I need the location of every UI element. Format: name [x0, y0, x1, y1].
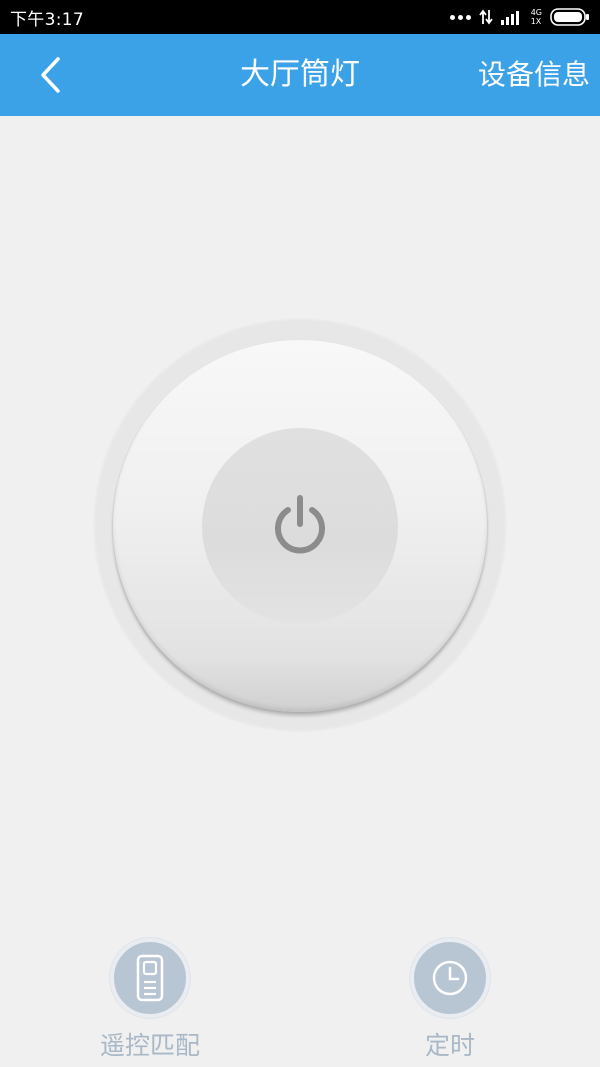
network-type-label: 4G 1X [530, 8, 542, 26]
timer-circle [410, 938, 490, 1018]
power-button-center [202, 428, 398, 624]
chevron-left-icon [41, 57, 60, 93]
status-bar: 下午3:17 4G 1X [0, 0, 600, 34]
status-icons: 4G 1X [449, 8, 590, 26]
timer-label: 定时 [424, 1031, 475, 1060]
data-transfer-icon [478, 9, 493, 25]
header-bar: 大厅筒灯 设备信息 [0, 34, 600, 116]
battery-icon [550, 8, 589, 26]
more-dots-icon [449, 14, 471, 20]
remote-match-circle [110, 938, 190, 1018]
signal-icon [500, 11, 519, 25]
power-icon [275, 495, 325, 554]
remote-control-icon [136, 954, 164, 1002]
remote-match-button[interactable]: 遥控匹配 [90, 938, 210, 1062]
page-title: 大厅筒灯 [240, 57, 360, 92]
screen: 下午3:17 4G 1X 大厅筒灯 设备信息 遥控匹配 定时 [0, 0, 600, 1067]
remote-match-label: 遥控匹配 [99, 1031, 200, 1060]
power-button[interactable] [113, 340, 487, 712]
clock-icon [432, 960, 468, 996]
status-time: 下午3:17 [10, 9, 84, 30]
back-button[interactable] [28, 52, 74, 98]
device-info-button[interactable]: 设备信息 [478, 34, 590, 116]
power-button-ring [93, 318, 507, 732]
timer-button[interactable]: 定时 [390, 938, 510, 1062]
